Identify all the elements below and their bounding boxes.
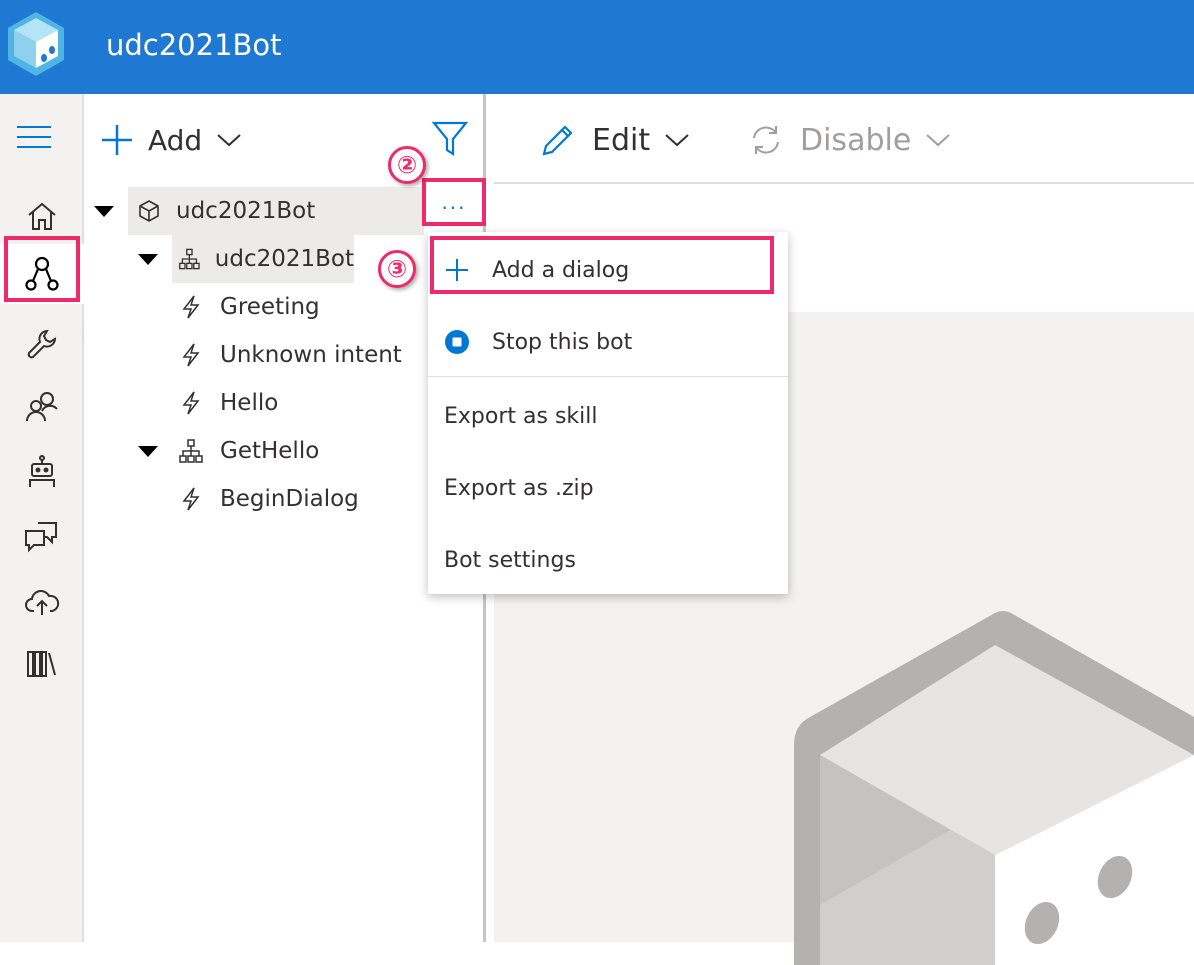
dialog-tree-icon <box>179 248 200 270</box>
tree-item-label: udc2021Bot <box>214 246 354 272</box>
lightning-icon <box>182 295 200 319</box>
lightning-icon <box>182 487 200 511</box>
disable-label: Disable <box>800 122 912 158</box>
menu-item-label: Export as .zip <box>444 475 594 501</box>
chevron-down-icon <box>217 134 241 147</box>
disable-button[interactable]: Disable <box>748 118 951 162</box>
collapse-caret-icon[interactable] <box>138 446 158 457</box>
library-icon[interactable] <box>0 634 84 694</box>
tree-item-label: Unknown intent <box>220 342 402 368</box>
menu-item-label: Export as skill <box>444 403 598 429</box>
add-dialog-highlight <box>430 236 774 294</box>
lightning-icon <box>182 343 200 367</box>
composer-placeholder-cube-icon <box>794 611 1194 965</box>
menu-item-export-skill[interactable]: Export as skill <box>428 386 788 446</box>
chevron-down-icon <box>665 134 689 147</box>
cube-icon <box>139 200 159 222</box>
menu-item-bot-settings[interactable]: Bot settings <box>428 530 788 590</box>
composer-cube-icon <box>8 12 64 76</box>
plus-icon <box>102 125 132 155</box>
tree-item-dialog[interactable]: udc2021Bot <box>172 235 354 283</box>
cloud-upload-icon[interactable] <box>0 572 84 632</box>
add-button-label: Add <box>148 123 203 157</box>
tree-item-label: Hello <box>220 390 279 416</box>
tree-item-label: udc2021Bot <box>176 198 316 224</box>
lightning-icon <box>182 391 200 415</box>
users-icon[interactable] <box>0 376 84 436</box>
chevron-down-icon <box>926 134 950 147</box>
menu-item-stop-bot[interactable]: Stop this bot <box>428 312 788 372</box>
app-title: udc2021Bot <box>106 28 282 62</box>
bot-icon[interactable] <box>0 442 84 502</box>
menu-item-label: Bot settings <box>444 547 576 573</box>
tree-item-label: BeginDialog <box>220 486 359 512</box>
more-options-button[interactable]: ... <box>422 178 486 226</box>
stop-icon <box>442 327 472 357</box>
filter-icon[interactable] <box>432 120 468 158</box>
edit-label: Edit <box>592 122 651 158</box>
menu-item-label: Stop this bot <box>492 329 633 355</box>
hamburger-menu-icon[interactable] <box>17 126 51 148</box>
tree-item-trigger[interactable]: Hello <box>178 379 278 427</box>
menu-divider <box>428 376 788 377</box>
tree-item-dialog[interactable]: GetHello <box>178 427 319 475</box>
tree-item-label: GetHello <box>220 438 320 464</box>
tree-item-label: Greeting <box>220 294 320 320</box>
menu-item-export-zip[interactable]: Export as .zip <box>428 458 788 518</box>
pencil-icon <box>542 125 573 156</box>
tree-item-bot[interactable]: udc2021Bot <box>128 187 424 235</box>
collapse-caret-icon[interactable] <box>138 254 158 265</box>
refresh-disable-icon <box>753 126 779 154</box>
wrench-icon[interactable] <box>0 314 84 374</box>
tree-item-trigger[interactable]: Unknown intent <box>178 331 402 379</box>
chat-icon[interactable] <box>0 506 84 566</box>
add-button[interactable]: Add <box>100 120 242 160</box>
title-bar: udc2021Bot <box>0 0 1194 94</box>
collapse-caret-icon[interactable] <box>94 206 114 217</box>
design-highlight <box>4 236 80 302</box>
edit-button[interactable]: Edit <box>540 118 690 162</box>
tree-item-trigger[interactable]: BeginDialog <box>178 475 359 523</box>
dialog-tree-icon <box>179 439 203 463</box>
step-2-badge: ② <box>388 146 426 184</box>
tree-item-trigger[interactable]: Greeting <box>178 283 320 331</box>
step-3-badge: ③ <box>378 250 416 288</box>
